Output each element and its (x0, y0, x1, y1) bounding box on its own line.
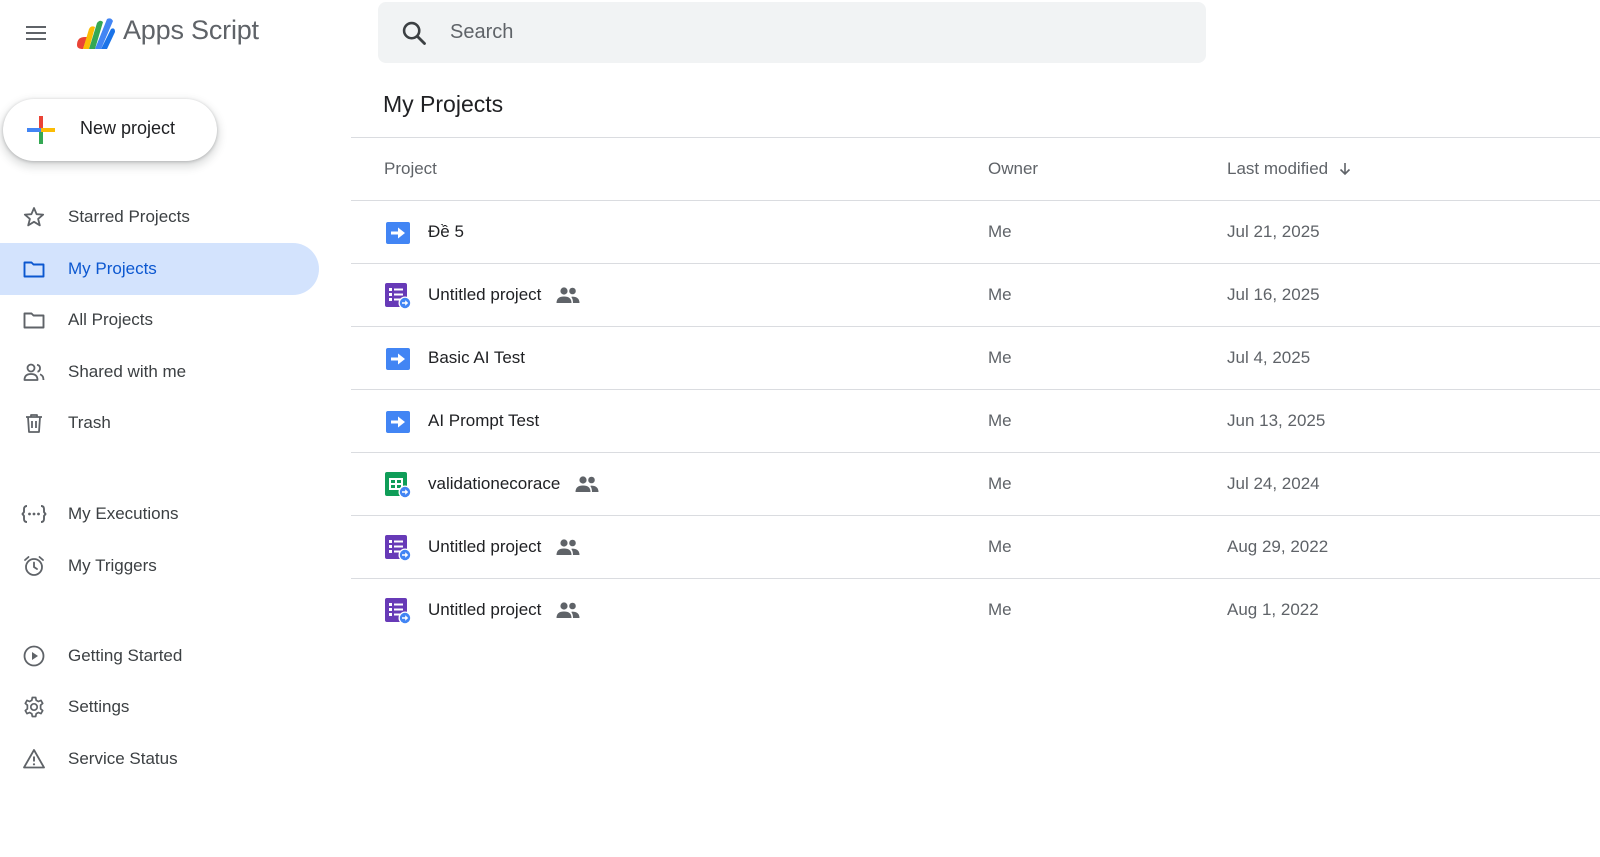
project-last-modified: Jun 13, 2025 (1227, 411, 1326, 430)
plus-icon (27, 116, 55, 144)
project-name: Untitled project (428, 600, 581, 620)
project-name-text: Untitled project (428, 285, 542, 304)
table-row[interactable]: Untitled project Me Aug 29, 2022 (351, 516, 1600, 579)
app-title[interactable]: Apps Script (123, 15, 259, 46)
forms-project-icon (385, 283, 412, 310)
sidebar-item-label: All Projects (68, 310, 154, 329)
new-project-label: New project (80, 118, 176, 138)
sidebar-item-starred-projects[interactable]: Starred Projects (0, 191, 319, 243)
play-circle-icon (21, 643, 47, 669)
apps-script-project-icon (386, 348, 410, 370)
project-owner: Me (988, 411, 1012, 430)
project-owner: Me (988, 348, 1012, 367)
table-row[interactable]: validationecorace Me Jul 24, 2024 (351, 453, 1600, 516)
project-last-modified: Jul 21, 2025 (1227, 222, 1320, 241)
sidebar-item-settings[interactable]: Settings (0, 681, 319, 733)
column-header-last-modified[interactable]: Last modified (1227, 159, 1352, 179)
forms-project-icon (385, 598, 412, 625)
new-project-button[interactable]: New project (3, 99, 217, 161)
sidebar-item-label: Settings (68, 697, 130, 716)
search-input[interactable] (450, 2, 1170, 63)
table-header: Project Owner Last modified (351, 137, 1600, 201)
search-bar[interactable] (378, 2, 1206, 63)
project-name: Untitled project (428, 537, 581, 557)
project-last-modified: Jul 4, 2025 (1227, 348, 1311, 367)
alarm-icon (21, 553, 47, 579)
trash-icon (21, 410, 47, 436)
project-name: Untitled project (428, 285, 581, 305)
sidebar-item-label: Service Status (68, 749, 178, 768)
shared-people-icon (556, 602, 580, 618)
column-header-project: Project (384, 159, 437, 178)
star-icon (21, 204, 47, 230)
project-name: Basic AI Test (428, 348, 525, 368)
sort-descending-icon[interactable] (1338, 162, 1352, 176)
folder-icon (21, 307, 47, 333)
sidebar-item-trash[interactable]: Trash (0, 397, 319, 449)
project-name: Đề 5 (428, 222, 464, 242)
project-last-modified: Aug 29, 2022 (1227, 537, 1329, 556)
sidebar-item-all-projects[interactable]: All Projects (0, 294, 319, 346)
top-bar: Apps Script (0, 0, 1600, 64)
shared-people-icon (556, 539, 580, 555)
project-owner: Me (988, 474, 1012, 493)
sidebar-item-service-status[interactable]: Service Status (0, 733, 319, 785)
apps-script-project-icon (386, 222, 410, 244)
project-name-text: validationecorace (428, 474, 561, 493)
project-name-text: Đề 5 (428, 222, 464, 241)
project-last-modified: Jul 24, 2024 (1227, 474, 1320, 493)
shared-people-icon (575, 476, 599, 492)
sidebar-item-label: Trash (68, 413, 111, 432)
folder-icon (21, 256, 47, 282)
apps-script-logo-icon[interactable] (73, 15, 117, 51)
sheets-project-icon (385, 472, 412, 499)
project-owner: Me (988, 600, 1012, 619)
project-name: validationecorace (428, 474, 600, 494)
sidebar-item-shared-with-me[interactable]: Shared with me (0, 346, 319, 398)
executions-icon (21, 501, 47, 527)
warning-icon (21, 746, 47, 772)
page-title: My Projects (383, 91, 504, 117)
projects-table: Project Owner Last modified Đề 5 Me Jul … (351, 137, 1600, 642)
project-name-text: Untitled project (428, 537, 542, 556)
apps-script-project-icon (386, 411, 410, 433)
project-last-modified: Aug 1, 2022 (1227, 600, 1319, 619)
sidebar-item-label: My Triggers (68, 556, 157, 575)
column-header-label: Last modified (1227, 159, 1329, 178)
sidebar-item-label: Starred Projects (68, 207, 190, 226)
project-owner: Me (988, 537, 1012, 556)
forms-project-icon (385, 535, 412, 562)
hamburger-menu-icon (26, 26, 46, 40)
main-menu-button[interactable] (16, 13, 56, 53)
people-icon (21, 359, 47, 385)
table-row[interactable]: Untitled project Me Jul 16, 2025 (351, 264, 1600, 327)
sidebar-item-label: Getting Started (68, 646, 183, 665)
sidebar-item-label: My Executions (68, 504, 179, 523)
table-row[interactable]: AI Prompt Test Me Jun 13, 2025 (351, 390, 1600, 453)
sidebar-item-my-triggers[interactable]: My Triggers (0, 540, 319, 592)
gear-icon (21, 694, 47, 720)
sidebar-item-my-executions[interactable]: My Executions (0, 488, 319, 540)
project-owner: Me (988, 222, 1012, 241)
column-header-owner: Owner (988, 159, 1039, 178)
project-owner: Me (988, 285, 1012, 304)
project-name: AI Prompt Test (428, 411, 539, 431)
sidebar-item-getting-started[interactable]: Getting Started (0, 630, 319, 682)
project-last-modified: Jul 16, 2025 (1227, 285, 1320, 304)
project-name-text: AI Prompt Test (428, 411, 540, 430)
shared-people-icon (556, 287, 580, 303)
sidebar-item-my-projects[interactable]: My Projects (0, 243, 319, 295)
table-row[interactable]: Untitled project Me Aug 1, 2022 (351, 579, 1600, 642)
table-row[interactable]: Đề 5 Me Jul 21, 2025 (351, 201, 1600, 264)
sidebar-item-label: My Projects (68, 259, 157, 278)
search-icon[interactable] (400, 19, 428, 47)
project-name-text: Untitled project (428, 600, 542, 619)
project-name-text: Basic AI Test (428, 348, 526, 367)
table-row[interactable]: Basic AI Test Me Jul 4, 2025 (351, 327, 1600, 390)
sidebar-item-label: Shared with me (68, 362, 187, 381)
